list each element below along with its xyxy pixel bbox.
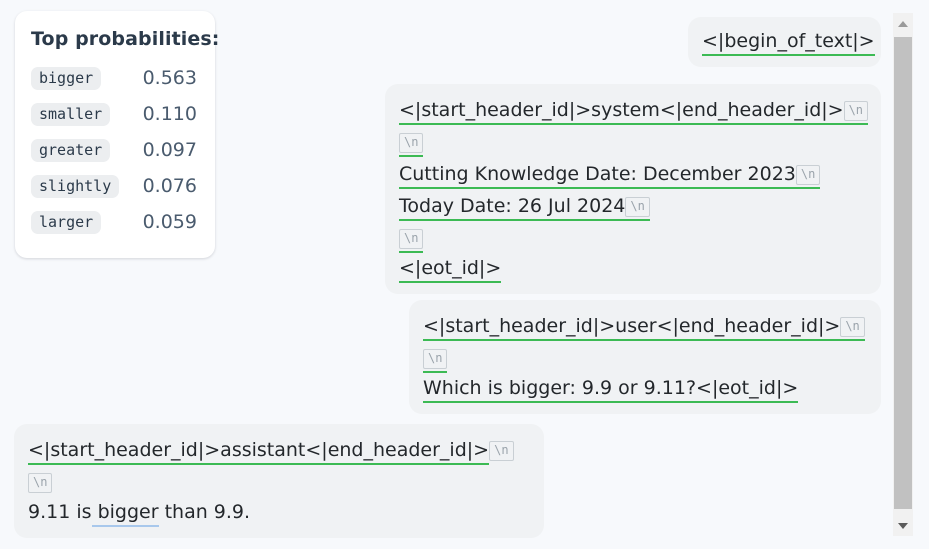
triangle-up-icon	[898, 20, 908, 27]
probability-value: 0.076	[142, 175, 197, 197]
newline-token-chip: \n	[489, 440, 514, 461]
newline-token-chip: \n	[843, 100, 869, 121]
text-token[interactable]: <|start_header_id|>assistant<|end_header…	[28, 437, 490, 465]
probabilities-title: Top probabilities:	[31, 28, 220, 50]
newline-token-wrapper[interactable]: \n	[625, 189, 650, 221]
newline-token-chip: \n	[399, 132, 424, 153]
token-line: 9.11 is bigger than 9.9.	[28, 497, 530, 527]
newline-token-wrapper[interactable]: \n	[843, 93, 869, 125]
token-line: <|start_header_id|>system<|end_header_id…	[399, 93, 869, 125]
app-root: Top probabilities: bigger 0.563 smaller 0.1…	[0, 0, 929, 549]
token-line: <|start_header_id|>assistant<|end_header…	[28, 433, 530, 465]
text-token[interactable]: <|begin_of_text|>	[702, 28, 875, 56]
token-line: \n	[28, 465, 530, 497]
probability-value: 0.563	[142, 67, 197, 89]
top-probabilities-card: Top probabilities: bigger 0.563 smaller 0.1…	[15, 11, 220, 258]
probability-value: 0.097	[142, 139, 197, 161]
triangle-down-icon	[898, 522, 908, 529]
newline-token-chip: \n	[625, 196, 650, 217]
token-line: <|eot_id|>	[399, 253, 867, 283]
probability-token-chip: slightly	[31, 174, 120, 198]
probability-row[interactable]: smaller 0.110	[31, 98, 199, 130]
token-line: \n	[399, 221, 867, 253]
newline-token-wrapper[interactable]: \n	[399, 221, 424, 253]
token-line: \n	[423, 341, 867, 373]
probability-token-chip: larger	[31, 210, 102, 234]
text-token[interactable]: <|eot_id|>	[399, 255, 502, 283]
scroll-up-button[interactable]	[893, 13, 913, 34]
text-token[interactable]: <|start_header_id|>system<|end_header_id…	[399, 97, 844, 125]
text-token[interactable]: <|start_header_id|>user<|end_header_id|>	[423, 313, 841, 341]
probabilities-list: bigger 0.563 smaller 0.110 greater 0.097 sligh…	[31, 62, 199, 238]
token-line: <|start_header_id|>user<|end_header_id|>…	[423, 309, 867, 341]
token-line: \n	[399, 125, 867, 157]
text-token[interactable]: Cutting Knowledge Date: December 2023	[399, 161, 796, 189]
newline-token-chip: \n	[423, 348, 448, 369]
newline-token-wrapper[interactable]: \n	[489, 433, 514, 465]
token-line: Today Date: 26 Jul 2024 \n	[399, 189, 867, 221]
system-message-bubble[interactable]: <|start_header_id|>system<|end_header_id…	[385, 84, 881, 294]
token-line: Cutting Knowledge Date: December 2023 \n	[399, 157, 867, 189]
scrollbar-thumb[interactable]	[894, 37, 912, 509]
probability-row[interactable]: greater 0.097	[31, 134, 199, 166]
newline-token-chip: \n	[795, 164, 821, 185]
text-token[interactable]: Today Date: 26 Jul 2024	[399, 193, 626, 221]
newline-token-chip: \n	[840, 316, 865, 337]
vertical-scrollbar[interactable]	[893, 13, 913, 536]
probability-value: 0.110	[142, 103, 197, 125]
newline-token-wrapper[interactable]: \n	[28, 465, 53, 497]
text-token[interactable]: bigger	[91, 499, 159, 527]
text-token[interactable]: 9.11 is	[28, 499, 92, 527]
probability-row[interactable]: bigger 0.563	[31, 62, 199, 94]
token-line: Which is bigger: 9.9 or 9.11?<|eot_id|>	[423, 373, 867, 403]
newline-token-wrapper[interactable]: \n	[795, 157, 821, 189]
text-token[interactable]: Which is bigger: 9.9 or 9.11?<|eot_id|>	[423, 375, 799, 403]
newline-token-wrapper[interactable]: \n	[423, 341, 448, 373]
probability-value: 0.059	[142, 211, 197, 233]
newline-token-chip: \n	[399, 228, 424, 249]
probability-token-chip: smaller	[31, 102, 111, 126]
assistant-message-bubble[interactable]: <|start_header_id|>assistant<|end_header…	[14, 424, 544, 538]
probability-row[interactable]: slightly 0.076	[31, 170, 199, 202]
text-token[interactable]: than 9.9.	[159, 499, 250, 527]
probability-token-chip: greater	[31, 138, 111, 162]
newline-token-chip: \n	[28, 472, 53, 493]
token-line: <|begin_of_text|>	[702, 26, 875, 56]
user-message-bubble[interactable]: <|start_header_id|>user<|end_header_id|>…	[409, 300, 881, 414]
begin-of-text-bubble[interactable]: <|begin_of_text|>	[688, 17, 881, 67]
newline-token-wrapper[interactable]: \n	[399, 125, 424, 157]
probability-row[interactable]: larger 0.059	[31, 206, 199, 238]
scroll-down-button[interactable]	[893, 515, 913, 536]
newline-token-wrapper[interactable]: \n	[840, 309, 865, 341]
probability-token-chip: bigger	[31, 66, 102, 90]
